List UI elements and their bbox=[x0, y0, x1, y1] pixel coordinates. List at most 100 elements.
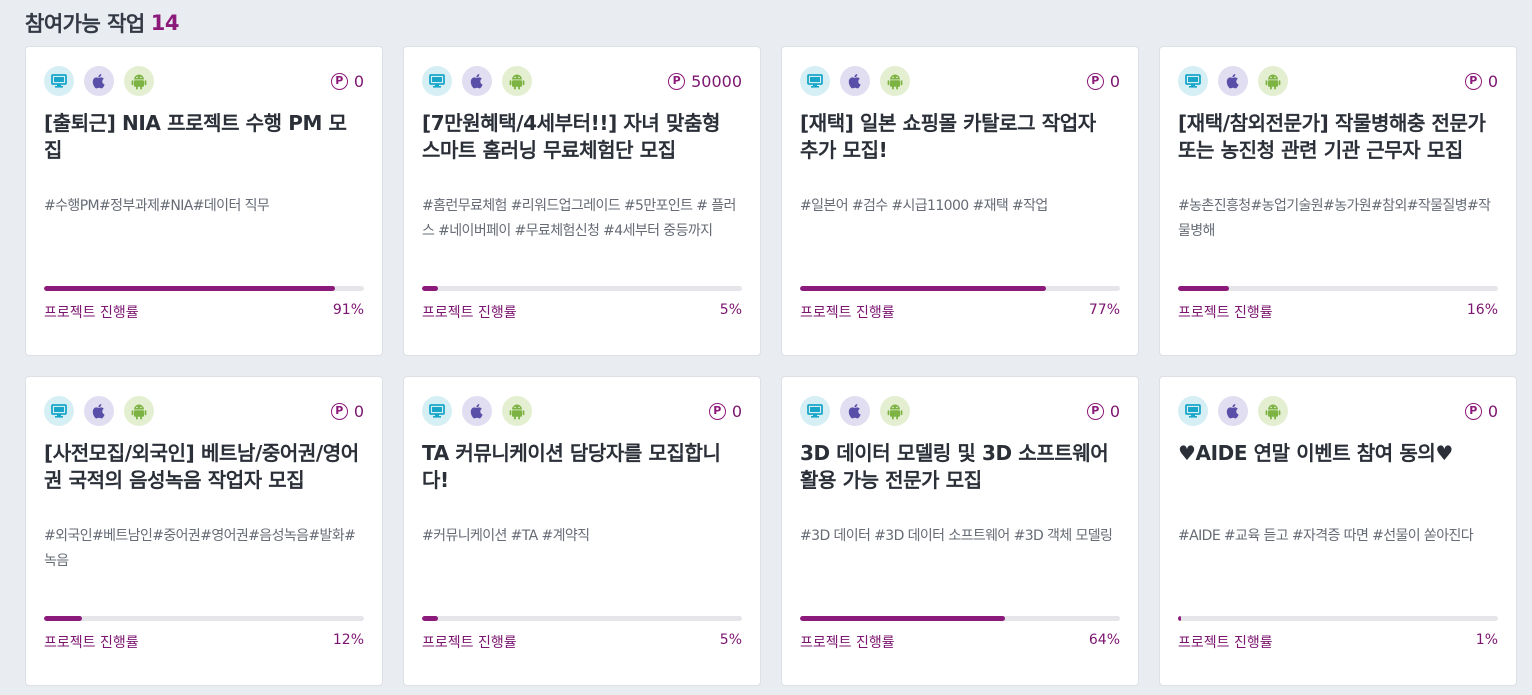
progress-row: 프로젝트 진행률 64% bbox=[800, 632, 1120, 652]
reward-points: P 0 bbox=[330, 401, 364, 421]
android-icon bbox=[880, 66, 910, 96]
progress-label: 프로젝트 진행률 bbox=[44, 305, 139, 321]
monitor-icon bbox=[800, 66, 830, 96]
card-top: P 50000 bbox=[422, 66, 742, 96]
monitor-icon bbox=[422, 66, 452, 96]
task-tags: #농촌진흥청#농업기술원#농가원#참외#작물질병#작물병해 bbox=[1178, 198, 1491, 239]
android-icon bbox=[880, 396, 910, 426]
progress-bar bbox=[1178, 616, 1498, 621]
reward-points: P 0 bbox=[1086, 401, 1120, 421]
point-icon: P bbox=[1464, 402, 1482, 420]
task-card-2[interactable]: P 50000 [7만원혜택/4세부터!!] 자녀 맞춤형 스마트 홈러닝 무료… bbox=[403, 46, 761, 356]
point-icon: P bbox=[1464, 72, 1482, 90]
android-icon bbox=[124, 396, 154, 426]
points-value: 0 bbox=[1487, 401, 1498, 421]
monitor-icon bbox=[1178, 396, 1208, 426]
task-title[interactable]: [재택] 일본 쇼핑몰 카탈로그 작업자 추가 모집! bbox=[800, 110, 1120, 164]
progress-fill bbox=[422, 616, 438, 621]
task-tags: #외국인#베트남인#중어권#영어권#음성녹음#발화#녹음 bbox=[44, 528, 356, 569]
task-tags: #수행PM#정부과제#NIA#데이터 직무 bbox=[44, 198, 270, 214]
point-icon: P bbox=[330, 72, 348, 90]
progress-fill bbox=[1178, 616, 1182, 621]
points-value: 0 bbox=[731, 401, 742, 421]
platform-icons bbox=[422, 396, 532, 426]
points-value: 0 bbox=[1487, 71, 1498, 91]
card-top: P 0 bbox=[1178, 396, 1498, 426]
task-card-3[interactable]: P 0 [재택] 일본 쇼핑몰 카탈로그 작업자 추가 모집! #일본어 #검수… bbox=[781, 46, 1139, 356]
progress-row: 프로젝트 진행률 5% bbox=[422, 302, 742, 322]
task-tags: #홈런무료체험 #리워드업그레이드 #5만포인트 # 플러스 #네이버페이 #무… bbox=[422, 198, 736, 239]
task-title[interactable]: 3D 데이터 모델링 및 3D 소프트웨어 활용 가능 전문가 모집 bbox=[800, 440, 1120, 494]
progress-label: 프로젝트 진행률 bbox=[44, 635, 139, 651]
progress-row: 프로젝트 진행률 77% bbox=[800, 302, 1120, 322]
platform-icons bbox=[800, 66, 910, 96]
task-title[interactable]: [사전모집/외국인] 베트남/중어권/영어권 국적의 음성녹음 작업자 모집 bbox=[44, 440, 364, 494]
platform-icons bbox=[44, 396, 154, 426]
apple-icon bbox=[1218, 396, 1248, 426]
task-title[interactable]: [7만원혜택/4세부터!!] 자녀 맞춤형 스마트 홈러닝 무료체험단 모집 bbox=[422, 110, 742, 164]
card-top: P 0 bbox=[800, 66, 1120, 96]
card-top: P 0 bbox=[800, 396, 1120, 426]
progress-fill bbox=[800, 616, 1005, 621]
progress-label: 프로젝트 진행률 bbox=[1178, 635, 1273, 651]
progress-row: 프로젝트 진행률 5% bbox=[422, 632, 742, 652]
progress-bar bbox=[1178, 286, 1498, 291]
android-icon bbox=[1258, 66, 1288, 96]
apple-icon bbox=[84, 66, 114, 96]
point-icon: P bbox=[330, 402, 348, 420]
progress-label: 프로젝트 진행률 bbox=[800, 305, 895, 321]
progress-value: 91% bbox=[332, 302, 364, 318]
page: 참여가능 작업 14 P 0 [출퇴근] NIA 프로젝트 수행 PM 모집 # bbox=[0, 0, 1532, 695]
task-grid: P 0 [출퇴근] NIA 프로젝트 수행 PM 모집 #수행PM#정부과제#N… bbox=[25, 46, 1532, 686]
point-icon: P bbox=[1086, 402, 1104, 420]
section-header: 참여가능 작업 14 bbox=[25, 0, 1532, 46]
platform-icons bbox=[1178, 66, 1288, 96]
task-tags: #3D 데이터 #3D 데이터 소프트웨어 #3D 객체 모델링 bbox=[800, 528, 1113, 544]
task-card-5[interactable]: P 0 [사전모집/외국인] 베트남/중어권/영어권 국적의 음성녹음 작업자 … bbox=[25, 376, 383, 686]
reward-points: P 50000 bbox=[668, 72, 742, 91]
task-card-4[interactable]: P 0 [재택/참외전문가] 작물병해충 전문가 또는 농진청 관련 기관 근무… bbox=[1159, 46, 1517, 356]
task-card-7[interactable]: P 0 3D 데이터 모델링 및 3D 소프트웨어 활용 가능 전문가 모집 #… bbox=[781, 376, 1139, 686]
reward-points: P 0 bbox=[708, 401, 742, 421]
task-title[interactable]: ♥AIDE 연말 이벤트 참여 동의♥ bbox=[1178, 440, 1498, 494]
progress-value: 16% bbox=[1466, 302, 1498, 318]
reward-points: P 0 bbox=[1464, 71, 1498, 91]
task-count: 14 bbox=[150, 11, 180, 35]
task-card-6[interactable]: P 0 TA 커뮤니케이션 담당자를 모집합니다! #커뮤니케이션 #TA #계… bbox=[403, 376, 761, 686]
android-icon bbox=[502, 396, 532, 426]
progress-bar bbox=[422, 616, 742, 621]
apple-icon bbox=[1218, 66, 1248, 96]
point-icon: P bbox=[1086, 72, 1104, 90]
point-icon: P bbox=[708, 402, 726, 420]
points-value: 0 bbox=[353, 401, 364, 421]
progress-fill bbox=[44, 286, 336, 291]
progress-row: 프로젝트 진행률 1% bbox=[1178, 632, 1498, 652]
platform-icons bbox=[1178, 396, 1288, 426]
monitor-icon bbox=[44, 66, 74, 96]
monitor-icon bbox=[800, 396, 830, 426]
android-icon bbox=[1258, 396, 1288, 426]
task-title[interactable]: [출퇴근] NIA 프로젝트 수행 PM 모집 bbox=[44, 110, 364, 164]
apple-icon bbox=[840, 396, 870, 426]
card-top: P 0 bbox=[1178, 66, 1498, 96]
task-card-8[interactable]: P 0 ♥AIDE 연말 이벤트 참여 동의♥ #AIDE #교육 듣고 #자격… bbox=[1159, 376, 1517, 686]
progress-fill bbox=[800, 286, 1047, 291]
progress-value: 5% bbox=[719, 632, 742, 648]
progress-bar bbox=[422, 286, 742, 291]
progress-label: 프로젝트 진행률 bbox=[1178, 305, 1273, 321]
progress-label: 프로젝트 진행률 bbox=[422, 635, 517, 651]
card-top: P 0 bbox=[44, 396, 364, 426]
progress-bar bbox=[800, 616, 1120, 621]
reward-points: P 0 bbox=[330, 72, 364, 91]
points-value: 50000 bbox=[691, 71, 742, 91]
card-top: P 0 bbox=[44, 66, 364, 96]
section-title: 참여가능 작업 bbox=[25, 12, 145, 36]
task-title[interactable]: [재택/참외전문가] 작물병해충 전문가 또는 농진청 관련 기관 근무자 모집 bbox=[1178, 110, 1498, 164]
platform-icons bbox=[422, 66, 532, 96]
reward-points: P 0 bbox=[1086, 72, 1120, 91]
task-card-1[interactable]: P 0 [출퇴근] NIA 프로젝트 수행 PM 모집 #수행PM#정부과제#N… bbox=[25, 46, 383, 356]
points-value: 0 bbox=[1109, 401, 1120, 421]
task-title[interactable]: TA 커뮤니케이션 담당자를 모집합니다! bbox=[422, 440, 742, 494]
progress-row: 프로젝트 진행률 16% bbox=[1178, 302, 1498, 322]
apple-icon bbox=[84, 396, 114, 426]
